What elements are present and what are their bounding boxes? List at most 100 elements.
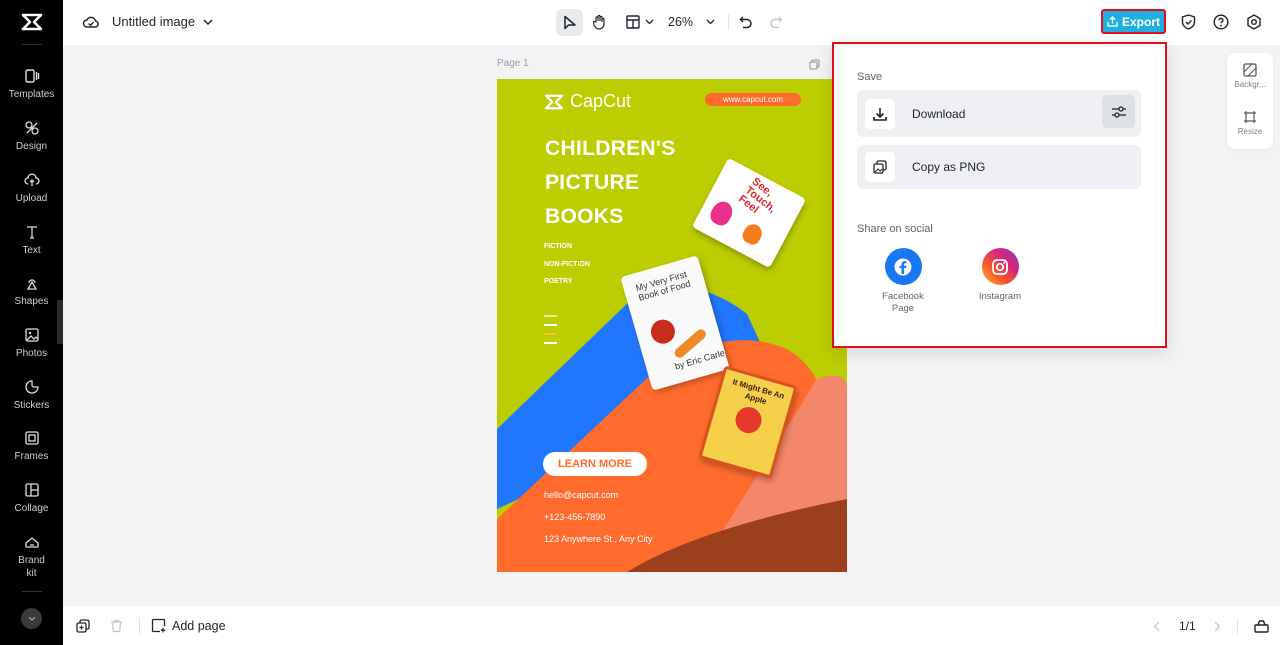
stickers-icon — [24, 380, 39, 394]
layout-dropdown-button[interactable] — [623, 12, 657, 32]
duplicate-page-button[interactable] — [809, 57, 820, 75]
book-title: It Might Be An Apple — [731, 377, 786, 407]
resize-label: Resize — [1237, 127, 1263, 136]
sidebar-item-label: Design — [15, 141, 48, 152]
poster-email: hello@capcut.com — [544, 490, 619, 500]
decorative-dash — [544, 342, 557, 344]
poster-headline-line: CHILDREN'S — [545, 137, 676, 160]
sidebar-item-upload[interactable]: Upload — [0, 170, 63, 218]
copy-icon-box — [865, 152, 895, 182]
document-title[interactable]: Untitled image — [112, 14, 195, 29]
download-option[interactable]: Download — [857, 90, 1141, 137]
divider — [1237, 618, 1238, 634]
page-label: Page 1 — [497, 58, 529, 69]
copy-as-png-option[interactable]: Copy as PNG — [857, 145, 1141, 189]
divider — [22, 591, 42, 592]
decorative-dash — [544, 315, 557, 317]
sidebar-item-label: Collage — [14, 503, 49, 514]
export-dropdown-panel: Save Download Copy as PNG Share on socia… — [832, 42, 1167, 348]
sidebar-item-shapes[interactable]: Shapes — [0, 273, 63, 321]
next-page-button[interactable] — [1210, 619, 1224, 633]
redo-icon — [770, 16, 783, 29]
decorative-dash — [544, 333, 557, 335]
share-section-label: Share on social — [857, 223, 933, 235]
bottom-toolbar: Add page 1/1 — [63, 605, 1280, 645]
poster-brand-name: CapCut — [570, 91, 632, 111]
add-page-label: Add page — [172, 618, 226, 633]
sidebar-item-stickers[interactable]: Stickers — [0, 377, 63, 425]
sidebar-item-design[interactable]: Design — [0, 118, 63, 166]
redo-button[interactable] — [766, 12, 786, 32]
sidebar-item-collage[interactable]: Collage — [0, 480, 63, 528]
share-instagram-button[interactable]: Instagram — [965, 248, 1035, 303]
chevron-down-icon — [28, 616, 35, 621]
poster-category: NON-FICTION — [544, 261, 590, 268]
divider — [22, 44, 42, 45]
sidebar-item-text[interactable]: Text — [0, 222, 63, 270]
hand-icon — [592, 14, 605, 30]
help-button[interactable] — [1211, 12, 1231, 32]
duplicate-page-button[interactable] — [75, 618, 91, 634]
download-icon — [873, 107, 887, 121]
capcut-logo-icon — [21, 13, 42, 31]
add-page-icon — [151, 618, 166, 633]
background-icon — [1243, 63, 1257, 77]
settings-button[interactable] — [1244, 12, 1264, 32]
chevron-down-icon — [645, 19, 654, 25]
share-facebook-button[interactable]: Facebook Page — [868, 248, 938, 315]
export-button[interactable]: Export — [1101, 9, 1166, 34]
instagram-label: Instagram — [978, 291, 1022, 302]
resize-icon — [1244, 111, 1256, 123]
facebook-icon — [884, 248, 922, 285]
copy-image-icon — [873, 160, 887, 174]
frames-icon — [24, 431, 39, 445]
top-toolbar: Untitled image 26% Export — [63, 0, 1280, 45]
zoom-level[interactable]: 26% — [668, 15, 693, 29]
book-title: My Very First Book of Food — [634, 269, 692, 303]
delete-page-button[interactable] — [108, 618, 124, 634]
resize-button[interactable]: Resize — [1227, 110, 1273, 136]
poster-headline-line: PICTURE — [545, 171, 640, 194]
sidebar-item-brand-kit[interactable]: Brand kit — [0, 532, 63, 582]
sidebar-item-label: Text — [22, 245, 41, 256]
duplicate-icon — [809, 59, 820, 70]
poster-brand-logo: CapCut — [543, 91, 631, 112]
page-indicator: 1/1 — [1179, 619, 1196, 633]
sidebar-item-photos[interactable]: Photos — [0, 325, 63, 373]
security-button[interactable] — [1178, 12, 1198, 32]
download-icon-box — [865, 98, 895, 129]
shapes-icon — [26, 279, 37, 290]
brand-kit-icon — [24, 537, 39, 548]
cloud-saved-icon[interactable] — [81, 13, 101, 31]
page-manager-button[interactable] — [1252, 617, 1270, 635]
undo-button[interactable] — [736, 12, 756, 32]
capcut-logo[interactable] — [0, 0, 63, 44]
facebook-label: Facebook Page — [882, 291, 924, 314]
hand-tool-button[interactable] — [588, 11, 610, 33]
poster-address: 123 Anywhere St., Any City — [544, 534, 653, 544]
decorative-dash — [544, 324, 557, 326]
zoom-dropdown-chevron-icon[interactable] — [703, 15, 717, 29]
sidebar-item-templates[interactable]: Templates — [0, 66, 63, 114]
sliders-icon — [1111, 105, 1126, 118]
background-button[interactable]: Backgr... — [1227, 63, 1273, 89]
select-tool-button[interactable] — [556, 9, 583, 36]
sidebar-item-label: Photos — [15, 348, 48, 359]
title-dropdown-chevron-icon[interactable] — [201, 15, 215, 29]
pages-icon — [1253, 620, 1269, 633]
text-icon — [26, 226, 37, 239]
duplicate-icon — [76, 619, 90, 633]
poster-url: www.capcut.com — [705, 93, 801, 106]
download-settings-button[interactable] — [1102, 95, 1135, 128]
add-page-button[interactable]: Add page — [151, 618, 226, 633]
divider — [728, 14, 729, 30]
download-label: Download — [912, 106, 966, 121]
chevron-left-icon — [1153, 621, 1159, 631]
upload-icon — [23, 173, 40, 186]
learn-more-button: LEARN MORE — [543, 452, 647, 476]
poster-headline-line: BOOKS — [545, 205, 624, 228]
previous-page-button[interactable] — [1149, 619, 1163, 633]
poster-design[interactable]: CapCut www.capcut.com CHILDREN'S PICTURE… — [497, 79, 847, 572]
sidebar-item-frames[interactable]: Frames — [0, 428, 63, 476]
sidebar-expand-button[interactable] — [21, 608, 42, 629]
